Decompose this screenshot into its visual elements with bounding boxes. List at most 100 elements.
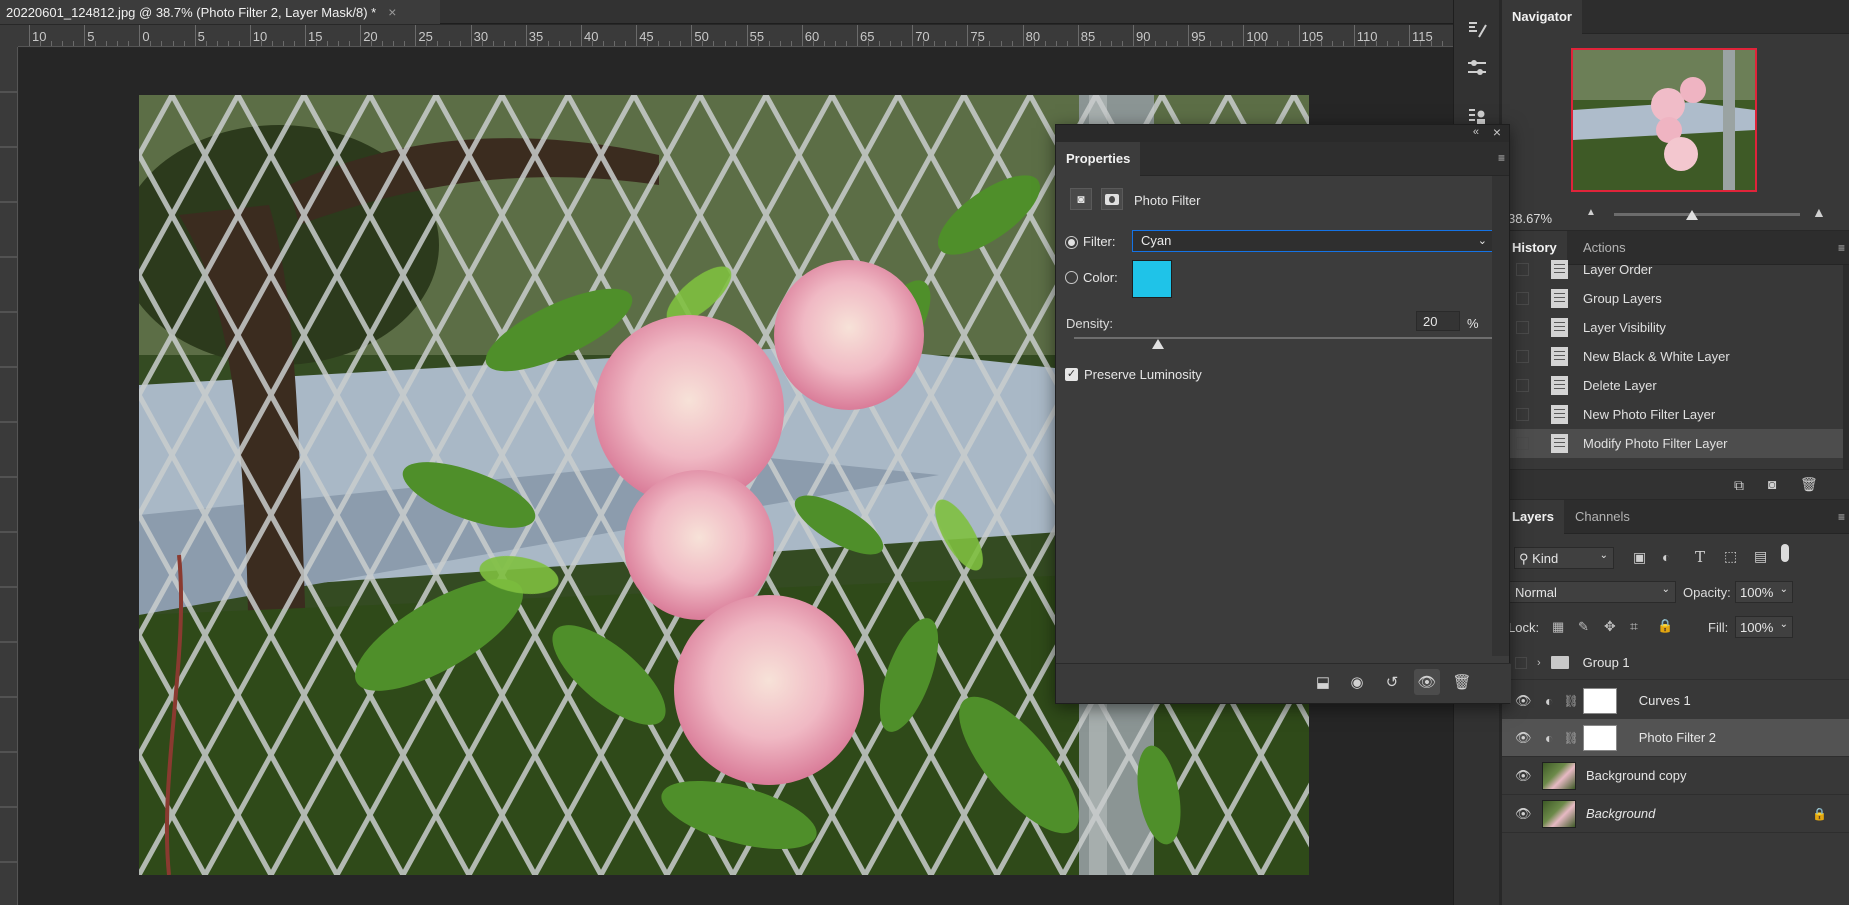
- history-state[interactable]: Modify Photo Filter Layer: [1502, 429, 1849, 458]
- tab-channels[interactable]: Channels: [1565, 500, 1640, 534]
- toggle-visibility-eye-icon[interactable]: 👁: [1414, 669, 1440, 695]
- preserve-luminosity-checkbox[interactable]: ✓: [1065, 368, 1078, 381]
- vertical-ruler[interactable]: [0, 47, 18, 905]
- navigator-slider-handle[interactable]: [1686, 210, 1698, 220]
- filter-radio[interactable]: [1065, 236, 1078, 249]
- ruler-minor-tick: [238, 41, 240, 46]
- history-scrollbar[interactable]: [1843, 265, 1849, 469]
- layer-mask-icon[interactable]: [1101, 188, 1123, 210]
- layer-mask-thumbnail[interactable]: [1582, 724, 1617, 751]
- opacity-input[interactable]: 100% ⌄: [1735, 581, 1793, 603]
- view-previous-state-icon[interactable]: ◉: [1344, 669, 1370, 695]
- filter-type-icon[interactable]: T: [1695, 548, 1705, 566]
- history-source-checkbox[interactable]: [1516, 437, 1529, 450]
- filter-pixel-icon[interactable]: ▣: [1633, 549, 1646, 566]
- color-radio[interactable]: [1065, 271, 1078, 284]
- tab-navigator[interactable]: Navigator: [1502, 0, 1582, 34]
- adjustment-camera-icon[interactable]: ◙: [1070, 188, 1092, 210]
- history-state[interactable]: Layer Order: [1502, 255, 1849, 284]
- horizontal-ruler[interactable]: 10 5 0 5 10 15 20 25 30 35 40 45 50 55 60 65 70 75 80 85 90 9…: [18, 25, 1453, 47]
- ruler-minor-tick: [978, 41, 980, 46]
- close-icon[interactable]: ×: [1493, 124, 1501, 140]
- filter-smart-object-icon[interactable]: ▤: [1754, 548, 1767, 565]
- visibility-toggle-empty[interactable]: [1515, 656, 1527, 669]
- mask-link-icon[interactable]: ⛓: [1563, 694, 1578, 708]
- kind-label: Kind: [1532, 551, 1559, 566]
- ruler-minor-tick: [448, 41, 450, 46]
- history-source-checkbox[interactable]: [1516, 379, 1529, 392]
- lock-all-icon[interactable]: 🔒: [1657, 618, 1673, 634]
- brush-settings-icon[interactable]: [1463, 16, 1491, 44]
- layer-filter-kind-select[interactable]: ⚲ Kind ⌄: [1514, 547, 1614, 569]
- clip-to-layer-icon[interactable]: ⬓: [1310, 669, 1336, 695]
- color-swatch[interactable]: [1132, 260, 1172, 298]
- delete-state-icon[interactable]: 🗑: [1800, 476, 1818, 493]
- ruler-minor-tick: [271, 41, 273, 46]
- tab-layers[interactable]: Layers: [1502, 500, 1564, 534]
- fill-input[interactable]: 100% ⌄: [1735, 616, 1793, 638]
- layer-row[interactable]: 👁 Background 🔒: [1502, 795, 1849, 833]
- zoom-in-icon[interactable]: ▲: [1812, 204, 1826, 220]
- lock-position-move-icon[interactable]: ✥: [1604, 618, 1616, 635]
- layer-row[interactable]: 👁 ◐ ⛓ Curves 1: [1502, 682, 1849, 720]
- close-icon[interactable]: ×: [388, 4, 396, 20]
- density-input[interactable]: 20: [1416, 311, 1460, 331]
- mask-link-icon[interactable]: ⛓: [1563, 731, 1578, 745]
- filter-shape-icon[interactable]: ⬚: [1724, 548, 1737, 565]
- collapse-icon[interactable]: «: [1473, 126, 1479, 138]
- layer-row[interactable]: › Group 1: [1502, 646, 1849, 680]
- history-state[interactable]: New Photo Filter Layer: [1502, 400, 1849, 429]
- history-source-checkbox[interactable]: [1516, 263, 1529, 276]
- properties-titlebar[interactable]: « ×: [1056, 124, 1509, 142]
- history-state[interactable]: Group Layers: [1502, 284, 1849, 313]
- properties-scrollbar[interactable]: [1492, 176, 1509, 656]
- history-state[interactable]: Delete Layer: [1502, 371, 1849, 400]
- delete-adjustment-icon[interactable]: 🗑: [1449, 669, 1475, 695]
- density-slider[interactable]: [1074, 337, 1494, 339]
- filter-adjustment-icon[interactable]: ◐: [1662, 549, 1670, 565]
- layer-mask-thumbnail[interactable]: [1582, 687, 1617, 714]
- layer-name[interactable]: Background copy: [1586, 768, 1686, 783]
- reset-adjustment-icon[interactable]: ↺: [1379, 669, 1405, 695]
- layer-name[interactable]: Background: [1586, 806, 1655, 821]
- history-state[interactable]: Layer Visibility: [1502, 313, 1849, 342]
- filter-toggle-switch[interactable]: [1781, 544, 1789, 562]
- tab-properties[interactable]: Properties: [1056, 142, 1141, 176]
- document-title: 20220601_124812.jpg @ 38.7% (Photo Filte…: [6, 4, 377, 20]
- history-source-checkbox[interactable]: [1516, 321, 1529, 334]
- adjustments-icon[interactable]: [1463, 54, 1491, 82]
- filter-select[interactable]: Cyan ⌄: [1132, 230, 1494, 252]
- lock-artboard-icon[interactable]: ⌗: [1630, 618, 1638, 635]
- layer-thumbnail[interactable]: [1542, 799, 1576, 828]
- history-source-checkbox[interactable]: [1516, 350, 1529, 363]
- new-document-from-state-icon[interactable]: ⧉: [1734, 477, 1744, 494]
- document-tab[interactable]: 20220601_124812.jpg @ 38.7% (Photo Filte…: [0, 0, 440, 24]
- visibility-eye-icon[interactable]: 👁: [1515, 768, 1532, 784]
- layer-row[interactable]: 👁 ◐ ⛓ Photo Filter 2: [1502, 719, 1849, 757]
- layer-row[interactable]: 👁 Background copy: [1502, 757, 1849, 795]
- visibility-eye-icon[interactable]: 👁: [1515, 693, 1532, 709]
- zoom-out-icon[interactable]: ▲: [1586, 207, 1596, 218]
- navigator-zoom-slider[interactable]: [1614, 213, 1800, 216]
- visibility-eye-icon[interactable]: 👁: [1515, 806, 1532, 822]
- layer-name[interactable]: Photo Filter 2: [1639, 730, 1716, 745]
- layer-name[interactable]: Group 1: [1583, 655, 1630, 670]
- layers-menu-icon[interactable]: ≡: [1838, 510, 1845, 524]
- ruler-major-tick: [746, 25, 748, 46]
- history-source-checkbox[interactable]: [1516, 408, 1529, 421]
- expand-chevron-icon[interactable]: ›: [1537, 657, 1541, 669]
- layer-thumbnail[interactable]: [1542, 761, 1576, 790]
- navigator-preview[interactable]: [1571, 48, 1757, 192]
- density-slider-handle[interactable]: [1152, 339, 1164, 349]
- layer-name[interactable]: Curves 1: [1639, 693, 1691, 708]
- snapshot-camera-icon[interactable]: ◙: [1768, 476, 1776, 492]
- visibility-eye-icon[interactable]: 👁: [1515, 730, 1532, 746]
- navigator-zoom-value[interactable]: 38.67%: [1508, 211, 1552, 226]
- properties-menu-icon[interactable]: ≡: [1498, 151, 1505, 165]
- panel-menu-icon[interactable]: ≡: [1838, 241, 1845, 255]
- history-state[interactable]: New Black & White Layer: [1502, 342, 1849, 371]
- blend-mode-select[interactable]: Normal ⌄: [1508, 581, 1676, 603]
- lock-image-brush-icon[interactable]: ✎: [1578, 619, 1589, 635]
- history-source-checkbox[interactable]: [1516, 292, 1529, 305]
- lock-transparent-icon[interactable]: ▦: [1552, 619, 1564, 635]
